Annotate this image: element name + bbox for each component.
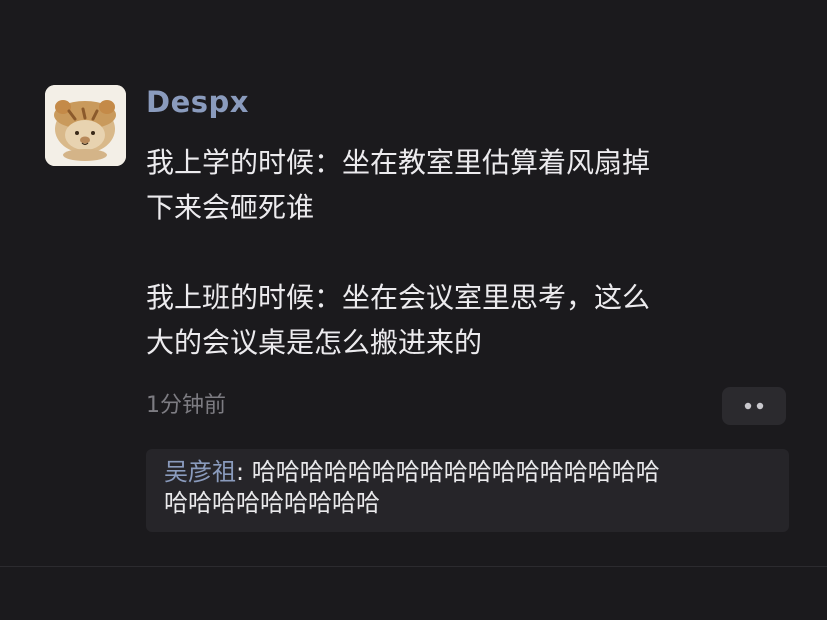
comment-text-line-2: 哈哈哈哈哈哈哈哈哈 xyxy=(164,489,380,517)
username[interactable]: Despx xyxy=(146,84,249,120)
bear-avatar-icon xyxy=(45,85,126,166)
post-timestamp: 1分钟前 xyxy=(146,393,226,418)
comment-separator: : xyxy=(236,458,252,486)
comment-line-2: 哈哈哈哈哈哈哈哈哈 xyxy=(164,488,771,519)
post-content: 我上学的时候：坐在教室里估算着风扇掉 下来会砸死谁 我上班的时候：坐在会议室里思… xyxy=(146,140,786,365)
post-divider xyxy=(0,566,827,567)
post-paragraph-2: 我上班的时候：坐在会议室里思考，这么 大的会议桌是怎么搬进来的 xyxy=(146,281,651,359)
comment-text-line-1: 哈哈哈哈哈哈哈哈哈哈哈哈哈哈哈哈哈 xyxy=(251,458,660,486)
post-paragraph-1: 我上学的时候：坐在教室里估算着风扇掉 下来会砸死谁 xyxy=(146,146,651,224)
avatar[interactable] xyxy=(45,85,126,166)
more-actions-button[interactable] xyxy=(722,387,786,425)
comment-line-1: 吴彦祖: 哈哈哈哈哈哈哈哈哈哈哈哈哈哈哈哈哈 xyxy=(164,457,771,488)
comments-panel: 吴彦祖: 哈哈哈哈哈哈哈哈哈哈哈哈哈哈哈哈哈 哈哈哈哈哈哈哈哈哈 xyxy=(146,449,789,532)
more-dots-icon xyxy=(744,402,764,410)
comment-author[interactable]: 吴彦祖 xyxy=(164,458,236,486)
moments-post: Despx 我上学的时候：坐在教室里估算着风扇掉 下来会砸死谁 我上班的时候：坐… xyxy=(0,0,827,566)
